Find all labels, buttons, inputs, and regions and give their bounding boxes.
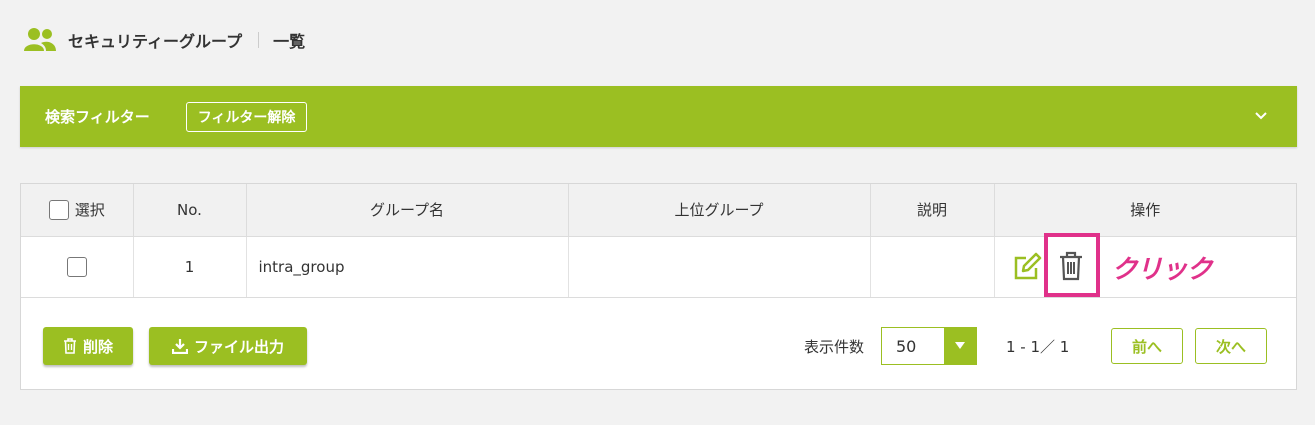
table-row: 1 intra_group クリック [21,232,1296,298]
trash-icon[interactable] [1058,251,1084,281]
prev-page-button[interactable]: 前へ [1111,328,1183,364]
edit-icon[interactable] [1012,252,1042,282]
click-annotation: クリック [1111,254,1213,285]
select-all-checkbox[interactable] [48,199,69,220]
page-header: セキュリティーグループ 一覧 [24,27,305,53]
col-actions: 操作 [994,184,1296,237]
title-separator [258,32,260,48]
pager-info: 1 - 1／ 1 [1006,338,1070,356]
per-page-select[interactable]: 50 [881,327,977,365]
col-no: No. [133,184,247,237]
users-icon [24,28,56,51]
chevron-down-icon[interactable] [1253,108,1269,124]
delete-button[interactable]: 削除 [43,327,133,365]
search-filter-label: 検索フィルター [45,108,150,126]
row-description [870,236,995,298]
per-page-value: 50 [896,336,917,356]
results-panel: 選択 No. グループ名 上位グループ 説明 操作 1 intra_group [20,183,1297,390]
row-checkbox[interactable] [66,256,87,277]
filter-clear-button[interactable]: フィルター解除 [185,101,308,132]
download-icon [171,339,188,354]
search-filter-bar[interactable]: 検索フィルター フィルター解除 [20,86,1297,147]
trash-icon [63,338,76,354]
row-actions: クリック [994,232,1296,298]
file-export-button[interactable]: ファイル出力 [149,327,307,365]
col-group-name: グループ名 [246,184,569,237]
row-parent-group [568,236,871,298]
next-page-button[interactable]: 次へ [1195,328,1267,364]
dropdown-arrow-icon[interactable] [944,328,976,364]
row-no: 1 [133,236,247,298]
col-parent-group: 上位グループ [568,184,871,237]
col-select: 選択 [21,184,134,237]
col-select-label: 選択 [74,201,105,220]
results-table: 選択 No. グループ名 上位グループ 説明 操作 1 intra_group [21,184,1296,298]
page-title: セキュリティーグループ [68,32,243,51]
row-select-cell [21,236,134,298]
per-page-label: 表示件数 [804,338,865,356]
file-export-label: ファイル出力 [193,337,284,356]
table-header-row: 選択 No. グループ名 上位グループ 説明 操作 [21,184,1296,237]
col-description: 説明 [870,184,995,237]
row-group-name: intra_group [246,236,569,298]
delete-button-label: 削除 [82,337,113,356]
page-subtitle: 一覧 [273,32,306,51]
